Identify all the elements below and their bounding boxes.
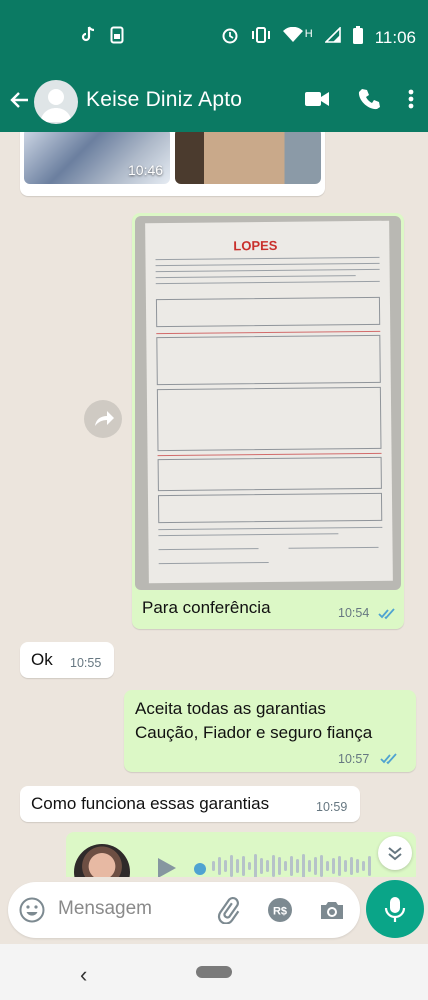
photo-thumbnail[interactable] (175, 132, 321, 184)
message-time: 10:57 (338, 752, 370, 766)
contact-name[interactable]: Keise Diniz Apto (86, 88, 242, 112)
camera-icon[interactable] (318, 896, 346, 929)
voice-message[interactable] (66, 832, 416, 877)
document-logo: LOPES (233, 237, 278, 254)
read-ticks-icon (380, 752, 398, 765)
vibrate-icon (251, 27, 271, 48)
scroll-down-button[interactable] (378, 836, 412, 870)
back-arrow-icon[interactable] (8, 88, 32, 112)
message-composer: Mensagem R$ (8, 882, 360, 938)
emoji-icon[interactable] (18, 896, 46, 929)
message-time: 10:59 (316, 800, 348, 814)
payment-icon[interactable]: R$ (266, 896, 294, 929)
message-text: Como funciona essas garantias (31, 794, 270, 813)
svg-text:R$: R$ (273, 906, 287, 918)
mic-button[interactable] (366, 880, 424, 938)
play-icon[interactable] (158, 858, 176, 877)
message-time: 10:46 (128, 162, 164, 178)
signal-icon (323, 26, 341, 48)
mic-icon (383, 895, 407, 928)
chevron-down-icon (378, 847, 412, 874)
playback-thumb[interactable] (194, 863, 206, 875)
message-time: 10:55 (70, 656, 102, 670)
document-image-message[interactable]: LOPES Para conferência 10:54 (132, 213, 404, 629)
forward-icon[interactable] (84, 400, 122, 438)
video-call-icon[interactable] (304, 89, 330, 114)
sim-icon (110, 26, 124, 49)
network-type: H (304, 27, 313, 40)
status-bar: H 11:06 (0, 0, 428, 72)
message-text-line: Caução, Fiador e seguro fiança (135, 723, 373, 742)
message-text: Ok (31, 650, 53, 669)
message-text: Para conferência (142, 598, 271, 617)
more-vert-icon[interactable] (408, 89, 414, 114)
clock: 11:06 (374, 27, 416, 47)
tiktok-icon (80, 26, 96, 49)
document-photo[interactable]: LOPES (135, 216, 401, 590)
chat-header: Keise Diniz Apto (0, 72, 428, 132)
system-nav-bar: ‹ (0, 944, 428, 1000)
battery-icon (352, 26, 363, 49)
message-text-line: Aceita todas as garantias (135, 699, 326, 718)
waveform[interactable] (212, 852, 371, 877)
media-message[interactable]: 10:46 (20, 132, 325, 196)
system-back-icon[interactable]: ‹ (80, 962, 87, 988)
incoming-message[interactable]: Como funciona essas garantias 10:59 (20, 786, 360, 822)
read-ticks-icon (378, 607, 396, 620)
wifi-icon (282, 26, 303, 48)
chat-area: 10:46 LOPES Para conferência 10:54 Ok 10… (0, 132, 428, 877)
message-time: 10:54 (338, 606, 370, 620)
incoming-message[interactable]: Ok 10:55 (20, 642, 114, 678)
outgoing-message[interactable]: Aceita todas as garantias Caução, Fiador… (124, 690, 416, 772)
home-pill[interactable] (196, 966, 232, 978)
message-input[interactable]: Mensagem (58, 898, 152, 920)
phone-icon[interactable] (358, 88, 380, 115)
alarm-icon (221, 26, 239, 49)
sender-photo (74, 844, 130, 877)
avatar[interactable] (34, 80, 78, 124)
attach-icon[interactable] (214, 896, 242, 929)
